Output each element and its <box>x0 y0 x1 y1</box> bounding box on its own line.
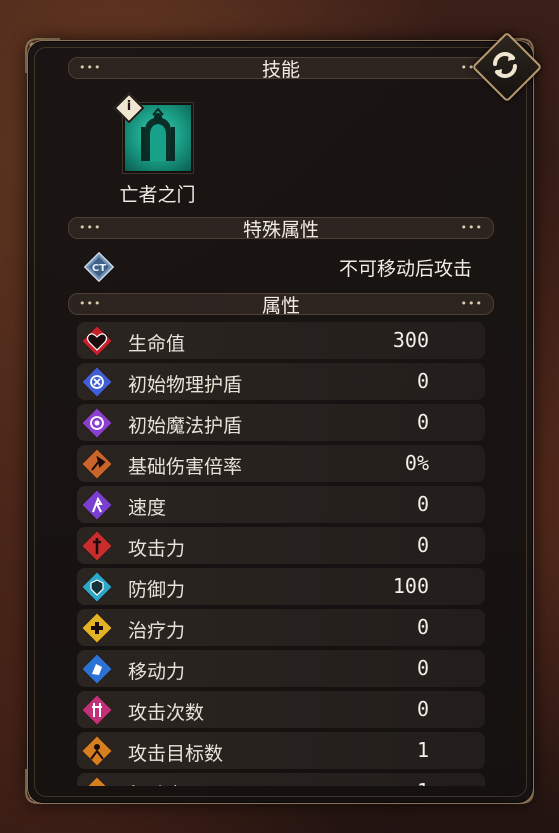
physical-shield-icon <box>81 366 113 398</box>
info-icon: i <box>126 99 132 114</box>
dots-icon: ••• <box>460 221 483 234</box>
stat-row[interactable]: 生命值 300 <box>77 322 485 359</box>
stat-row[interactable]: 初始物理护盾 0 <box>77 363 485 400</box>
stat-label: 治疗力 <box>128 620 186 642</box>
damage-rate-icon <box>81 448 113 480</box>
stat-label: 攻击次数 <box>128 702 205 724</box>
stat-label: 生命值 <box>128 333 186 355</box>
stat-value: 1 <box>416 738 429 762</box>
stat-label: 基础伤害倍率 <box>128 456 243 478</box>
svg-text:CT: CT <box>92 263 106 274</box>
stat-value: 0% <box>404 451 429 475</box>
stat-value: 0 <box>416 369 429 393</box>
defense-icon <box>81 571 113 603</box>
action-point-icon <box>81 776 113 786</box>
stat-label: 速度 <box>128 497 167 519</box>
stat-row[interactable]: 初始魔法护盾 0 <box>77 404 485 441</box>
skill-header-title: 技能 <box>261 59 300 81</box>
stat-value: 0 <box>416 615 429 639</box>
stat-value: 0 <box>416 492 429 516</box>
stat-label: 初始物理护盾 <box>128 374 243 396</box>
stats-list[interactable]: 生命值 300 初始物理护盾 0 初始魔法护盾 0 基础伤害倍率 0% 速度 0 攻击力 0 防御力 10… <box>77 322 487 786</box>
special-header-title: 特殊属性 <box>242 219 319 241</box>
stat-label: 移动力 <box>128 661 186 683</box>
stat-label: 攻击目标数 <box>128 743 224 765</box>
stat-value: 0 <box>416 533 429 557</box>
swap-icon[interactable] <box>484 44 526 86</box>
magic-shield-icon <box>81 407 113 439</box>
stat-label: 初始魔法护盾 <box>128 415 243 437</box>
stat-label: 攻击力 <box>128 538 186 560</box>
special-attribute-row: CT 不可移动后攻击 <box>80 250 490 282</box>
stat-value: 0 <box>416 697 429 721</box>
stat-value: 0 <box>416 410 429 434</box>
special-header-bar: ••• 特殊属性 ••• <box>68 217 494 241</box>
heart-icon <box>81 325 113 357</box>
stat-value: 1 <box>417 779 429 786</box>
attr-header-title: 属性 <box>261 295 300 317</box>
stat-value: 0 <box>416 656 429 680</box>
stat-label: 防御力 <box>128 579 186 601</box>
dots-icon: ••• <box>460 297 483 310</box>
stat-value: 300 <box>392 328 429 352</box>
stat-row[interactable]: 移动力 0 <box>77 650 485 687</box>
speed-icon <box>81 489 113 521</box>
attr-header-bar: ••• 属性 ••• <box>68 293 494 317</box>
stat-row[interactable]: 基础伤害倍率 0% <box>77 445 485 482</box>
move-icon <box>81 653 113 685</box>
special-attribute-text: 不可移动后攻击 <box>338 258 472 280</box>
stat-row[interactable]: 速度 0 <box>77 486 485 523</box>
target-count-icon <box>81 735 113 767</box>
attack-icon <box>81 530 113 562</box>
skill-name: 亡者之门 <box>119 184 196 206</box>
stat-row[interactable]: 攻击次数 0 <box>77 691 485 728</box>
stat-row[interactable]: 防御力 100 <box>77 568 485 605</box>
stat-row[interactable]: 攻击力 0 <box>77 527 485 564</box>
stat-row[interactable]: 攻击目标数 1 <box>77 732 485 769</box>
attack-count-icon <box>81 694 113 726</box>
skill-header-bar: ••• 技能 ••• <box>68 57 494 81</box>
stat-row[interactable]: 行动点 1 <box>77 773 485 786</box>
heal-icon <box>81 612 113 644</box>
stat-value: 100 <box>392 574 429 598</box>
stat-row[interactable]: 治疗力 0 <box>77 609 485 646</box>
stat-label: 行动点 <box>128 780 185 786</box>
ct-attack-icon: CT <box>84 252 114 282</box>
